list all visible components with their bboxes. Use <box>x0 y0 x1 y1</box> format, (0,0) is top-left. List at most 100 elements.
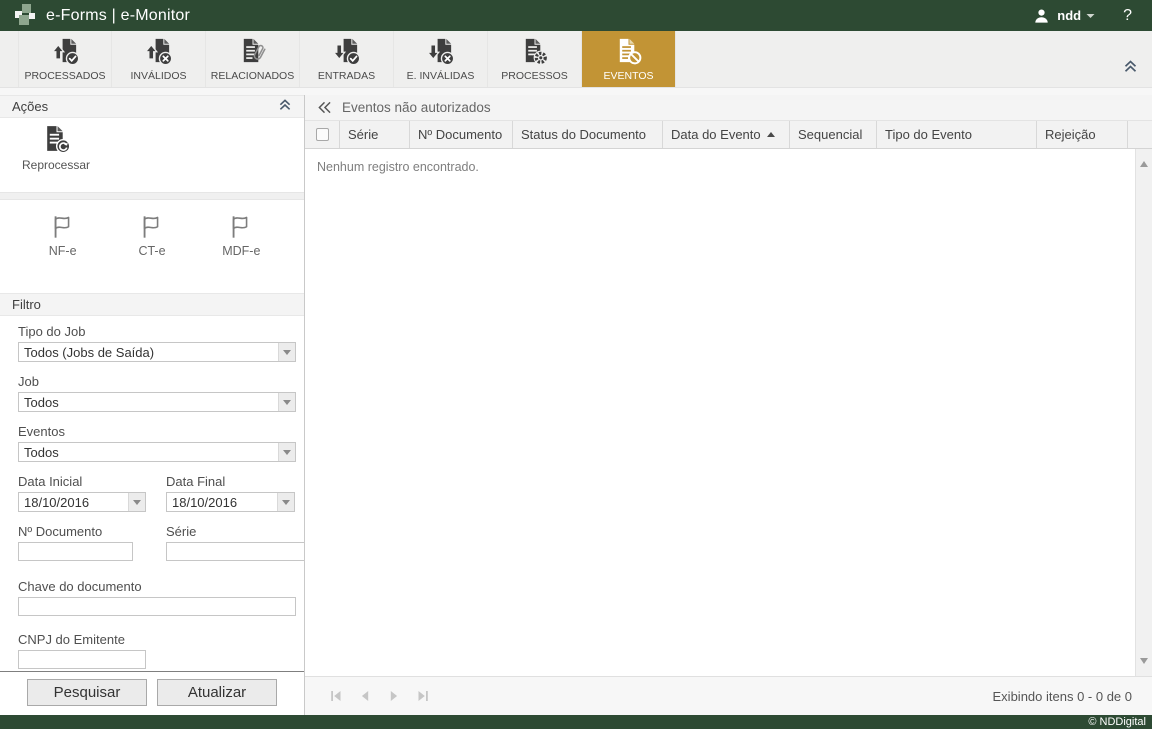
tipo-do-job-label: Tipo do Job <box>18 324 86 339</box>
column-header-tipo-evento[interactable]: Tipo do Evento <box>877 121 1037 148</box>
toolbar-tab-processados[interactable]: PROCESSADOS <box>18 31 112 87</box>
column-header-label: Tipo do Evento <box>885 127 972 142</box>
copyright-label: © NDDigital <box>1088 716 1146 728</box>
chave-documento-input[interactable] <box>18 597 296 616</box>
refresh-button[interactable]: Atualizar <box>157 679 277 706</box>
flag-label: NF-e <box>48 244 77 258</box>
numero-documento-label: Nº Documento <box>18 524 103 539</box>
ndd-squares-logo-icon <box>12 3 36 28</box>
toolbar-tab-relacionados[interactable]: RELACIONADOS <box>206 31 300 87</box>
filter-panel-header: Filtro <box>0 293 304 316</box>
serie-input[interactable] <box>166 542 304 561</box>
scroll-up-icon[interactable] <box>1140 161 1148 167</box>
toolbar-tab-entradas[interactable]: ENTRADAS <box>300 31 394 87</box>
last-page-icon[interactable] <box>417 690 429 702</box>
toolbar-collapse-button[interactable] <box>1123 60 1138 78</box>
data-inicial-value: 18/10/2016 <box>24 494 90 510</box>
doc-upload-check-icon <box>50 38 79 65</box>
pagination-bar: Exibindo itens 0 - 0 de 0 <box>305 676 1152 715</box>
main-area: Eventos não autorizados Série Nº Documen… <box>305 95 1152 715</box>
prev-page-icon[interactable] <box>359 690 371 702</box>
column-header-label: Status do Documento <box>521 127 647 142</box>
page-title: Eventos não autorizados <box>342 100 491 115</box>
chevron-down-icon[interactable] <box>278 343 295 361</box>
chevron-down-icon[interactable] <box>278 393 295 411</box>
column-header-numero-documento[interactable]: Nº Documento <box>410 121 513 148</box>
serie-label: Série <box>166 524 197 539</box>
first-page-icon[interactable] <box>330 690 342 702</box>
flags-panel: NF-e CT-e MDF-e <box>0 200 304 293</box>
question-mark-icon[interactable]: ? <box>1123 7 1132 25</box>
toolbar-tab-e-invalidas[interactable]: E. INVÁLIDAS <box>394 31 488 87</box>
main-toolbar: PROCESSADOS INVÁLIDOS RELACIONADOS ENTRA… <box>0 31 1152 88</box>
filter-panel: Tipo do Job Todos (Jobs de Saída) Job To… <box>0 316 304 671</box>
data-final-picker[interactable]: 18/10/2016 <box>166 492 295 512</box>
eventos-value: Todos <box>24 444 59 460</box>
toolbar-tab-label: INVÁLIDOS <box>130 69 187 82</box>
toolbar-tab-eventos[interactable]: EVENTOS <box>582 31 676 87</box>
numero-documento-input[interactable] <box>18 542 133 561</box>
eventos-select[interactable]: Todos <box>18 442 296 462</box>
app-window: e-Forms | e-Monitor ndd ? PROCESSADOS IN… <box>0 0 1152 729</box>
tipo-do-job-select[interactable]: Todos (Jobs de Saída) <box>18 342 296 362</box>
doc-upload-x-icon <box>144 38 173 65</box>
flag-label: CT-e <box>138 244 166 258</box>
doc-download-check-icon <box>332 38 361 65</box>
double-chevron-left-icon[interactable] <box>317 101 332 114</box>
doc-gear-icon <box>525 38 548 65</box>
column-header-data-evento[interactable]: Data do Evento <box>663 121 790 148</box>
column-header-label: Rejeição <box>1045 127 1096 142</box>
table-header-row: Série Nº Documento Status do Documento D… <box>305 121 1152 149</box>
toolbar-tab-label: RELACIONADOS <box>210 69 295 82</box>
scroll-down-icon[interactable] <box>1140 658 1148 664</box>
column-header-status-documento[interactable]: Status do Documento <box>513 121 663 148</box>
chevron-down-icon[interactable] <box>277 493 294 511</box>
actions-collapse-button[interactable] <box>278 99 292 114</box>
flag-label: MDF-e <box>222 244 261 258</box>
chevron-down-icon[interactable] <box>1086 13 1095 19</box>
data-inicial-picker[interactable]: 18/10/2016 <box>18 492 146 512</box>
content-area: Ações Reprocessar NF-e CT-e MDF-e Filtro… <box>0 88 1152 715</box>
flag-button-cte[interactable]: CT-e <box>117 214 187 258</box>
vertical-scrollbar[interactable] <box>1135 149 1152 676</box>
job-select[interactable]: Todos <box>18 392 296 412</box>
app-title: e-Forms | e-Monitor <box>46 6 190 24</box>
sidebar-button-row: Pesquisar Atualizar <box>0 671 304 715</box>
chave-documento-label: Chave do documento <box>18 579 142 594</box>
column-header-sequencial[interactable]: Sequencial <box>790 121 877 148</box>
flag-button-nfe[interactable]: NF-e <box>28 214 98 258</box>
next-page-icon[interactable] <box>388 690 400 702</box>
toolbar-tab-invalidos[interactable]: INVÁLIDOS <box>112 31 206 87</box>
job-label: Job <box>18 374 39 389</box>
flag-button-mdfe[interactable]: MDF-e <box>206 214 276 258</box>
actions-header-label: Ações <box>12 99 49 114</box>
column-header-filler <box>1128 121 1152 148</box>
column-header-label: Sequencial <box>798 127 863 142</box>
toolbar-tab-label: ENTRADAS <box>317 69 376 82</box>
toolbar-tab-processos[interactable]: PROCESSOS <box>488 31 582 87</box>
chevron-down-icon[interactable] <box>278 443 295 461</box>
reprocess-button[interactable]: Reprocessar <box>22 124 90 172</box>
flag-outline-icon <box>143 216 159 238</box>
cnpj-emitente-label: CNPJ do Emitente <box>18 632 125 647</box>
select-all-checkbox[interactable] <box>315 128 329 141</box>
column-header-label: Nº Documento <box>418 127 503 142</box>
column-header-rejeicao[interactable]: Rejeição <box>1037 121 1128 148</box>
data-inicial-label: Data Inicial <box>18 474 83 489</box>
doc-download-x-icon <box>426 38 455 65</box>
chevron-down-icon[interactable] <box>128 493 145 511</box>
username-label[interactable]: ndd <box>1057 8 1081 23</box>
column-header-serie[interactable]: Série <box>340 121 410 148</box>
table-body: Nenhum registro encontrado. <box>305 149 1152 676</box>
pagination-status: Exibindo itens 0 - 0 de 0 <box>992 688 1132 704</box>
eventos-label: Eventos <box>18 424 65 439</box>
search-button[interactable]: Pesquisar <box>27 679 147 706</box>
double-chevron-up-icon <box>279 99 291 110</box>
user-silhouette-icon <box>1035 9 1048 23</box>
toolbar-tab-label: E. INVÁLIDAS <box>406 69 475 82</box>
tipo-do-job-value: Todos (Jobs de Saída) <box>24 344 155 360</box>
cnpj-emitente-input[interactable] <box>18 650 146 669</box>
filter-header-label: Filtro <box>12 297 41 312</box>
data-final-label: Data Final <box>166 474 226 489</box>
doc-paperclip-icon <box>243 38 266 62</box>
